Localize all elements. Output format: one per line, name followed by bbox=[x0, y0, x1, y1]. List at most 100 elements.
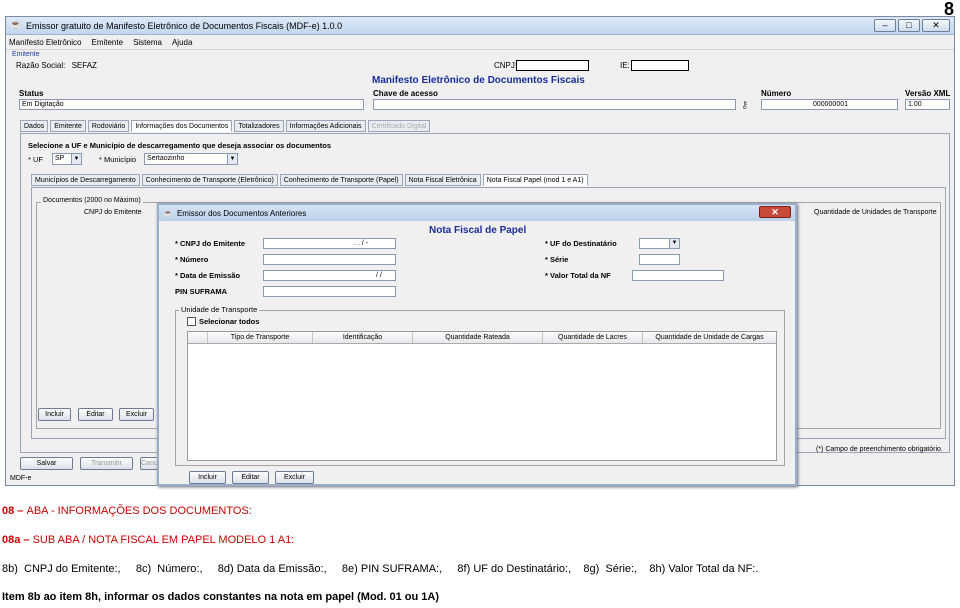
subtab-ct-papel[interactable]: Conhecimento de Transporte (Papel) bbox=[279, 174, 403, 186]
menu-ajuda[interactable]: Ajuda bbox=[172, 38, 192, 47]
col-qtd-unidade-cargas[interactable]: Quantidade de Unidade de Cargas bbox=[643, 332, 776, 343]
tab-informacoes-documentos[interactable]: Informações dos Documentos bbox=[131, 120, 233, 132]
section-number: 08 bbox=[2, 505, 15, 517]
incluir-button[interactable]: Incluir bbox=[38, 408, 71, 421]
subsection-dash: – bbox=[20, 534, 33, 546]
ie-label: IE: bbox=[620, 61, 630, 70]
valor-total-label: * Valor Total da NF bbox=[545, 271, 611, 280]
municipio-select[interactable]: Sertaozinho ▼ bbox=[144, 153, 238, 165]
dialog-incluir-button[interactable]: Incluir bbox=[189, 471, 226, 484]
pin-suframa-label: PIN SUFRAMA bbox=[175, 287, 228, 296]
numero-input[interactable] bbox=[263, 254, 396, 265]
chave-field bbox=[373, 99, 736, 110]
dialog-titlebar: ☕ Emissor dos Documentos Anteriores bbox=[159, 205, 795, 221]
col-tipo-transporte[interactable]: Tipo de Transporte bbox=[208, 332, 313, 343]
excluir-button[interactable]: Excluir bbox=[119, 408, 154, 421]
subtab-nf-papel[interactable]: Nota Fiscal Papel (mod 1 e A1) bbox=[482, 174, 588, 186]
status-label: Status bbox=[19, 89, 44, 98]
unidade-transporte-legend: Unidade de Transporte bbox=[179, 305, 260, 314]
main-tabs: Dados Emitente Rodoviário Informações do… bbox=[20, 120, 432, 132]
tab-emitente[interactable]: Emitente bbox=[50, 120, 86, 132]
ie-redacted bbox=[631, 60, 689, 71]
items-list: 8b) CNPJ do Emitente:, 8c) Número:, 8d) … bbox=[2, 563, 759, 575]
editar-button[interactable]: Editar bbox=[78, 408, 113, 421]
subsection-heading: 08a – SUB ABA / NOTA FISCAL EM PAPEL MOD… bbox=[2, 534, 294, 546]
select-uf-title: Selecione a UF e Município de descarrega… bbox=[28, 141, 332, 150]
chevron-down-icon: ▼ bbox=[71, 154, 81, 164]
tab-informacoes-adicionais[interactable]: Informações Adicionais bbox=[285, 120, 366, 132]
subsection-number: 08a bbox=[2, 534, 21, 546]
col-identificacao[interactable]: Identificação bbox=[313, 332, 413, 343]
uf-select[interactable]: SP ▼ bbox=[52, 153, 82, 165]
window-title: Emissor gratuito de Manifesto Eletrônico… bbox=[26, 20, 343, 31]
versao-label: Versão XML bbox=[905, 89, 951, 98]
emitente-label: Emitente bbox=[12, 51, 40, 58]
menu-bar: Manifesto Eletrônico Emitente Sistema Aj… bbox=[6, 35, 954, 50]
serie-label: * Série bbox=[545, 255, 569, 264]
chevron-down-icon: ▼ bbox=[227, 154, 237, 164]
data-emissao-input[interactable]: / / bbox=[263, 270, 396, 281]
menu-emitente[interactable]: Emitente bbox=[91, 38, 123, 47]
col-qtd-rateada[interactable]: Quantidade Rateada bbox=[413, 332, 543, 343]
numero-label: * Número bbox=[175, 255, 209, 264]
serie-input[interactable] bbox=[639, 254, 680, 265]
close-button[interactable]: ✕ bbox=[922, 19, 950, 32]
minimize-button[interactable]: – bbox=[874, 19, 896, 32]
dialog-close-button[interactable]: ✕ bbox=[759, 206, 791, 218]
instruction-line: Item 8b ao item 8h, informar os dados co… bbox=[2, 591, 440, 603]
menu-manifesto[interactable]: Manifesto Eletrônico bbox=[9, 38, 81, 47]
menu-sistema[interactable]: Sistema bbox=[133, 38, 162, 47]
numero-field: 000000001 bbox=[761, 99, 898, 110]
doc-col-cnpj: CNPJ do Emitente bbox=[84, 209, 142, 216]
salvar-button[interactable]: Salvar bbox=[20, 457, 73, 470]
cnpj-emitente-input[interactable]: . . / - bbox=[263, 238, 396, 249]
subtab-municipios[interactable]: Municípios de Descarregamento bbox=[31, 174, 140, 186]
java-icon: ☕ bbox=[9, 20, 23, 31]
razao-social-value: SEFAZ bbox=[71, 61, 97, 70]
col-qtd-lacres[interactable]: Quantidade de Lacres bbox=[543, 332, 643, 343]
select-all-label: Selecionar todos bbox=[199, 317, 260, 326]
required-footnote: (*) Campo de preenchimento obrigatório. bbox=[816, 446, 943, 453]
data-emissao-label: * Data de Emissão bbox=[175, 271, 241, 280]
pin-suframa-input[interactable] bbox=[263, 286, 396, 297]
manifesto-title: Manifesto Eletrônico de Documentos Fisca… bbox=[372, 75, 585, 86]
table-header-blank bbox=[188, 332, 208, 343]
table-header: Tipo de Transporte Identificação Quantid… bbox=[188, 332, 776, 344]
section-dash: – bbox=[14, 505, 27, 517]
tab-rodoviario[interactable]: Rodoviário bbox=[87, 120, 130, 132]
municipio-select-value: Sertaozinho bbox=[147, 155, 185, 162]
select-all-checkbox[interactable] bbox=[187, 317, 196, 326]
documents-legend: Documentos (2000 no Máximo) bbox=[41, 197, 143, 204]
chevron-down-icon: ▼ bbox=[669, 239, 679, 248]
status-bar: MDF-e bbox=[10, 475, 32, 482]
subtab-cte-eletronico[interactable]: Conhecimento de Transporte (Eletrônico) bbox=[141, 174, 278, 186]
subsection-title: SUB ABA / NOTA FISCAL EM PAPEL MODELO 1 … bbox=[32, 534, 295, 546]
uf-label: * UF bbox=[28, 155, 43, 164]
nota-fiscal-title: Nota Fiscal de Papel bbox=[429, 225, 527, 236]
tab-totalizadores[interactable]: Totalizadores bbox=[234, 120, 284, 132]
unidade-transporte-table: Tipo de Transporte Identificação Quantid… bbox=[187, 331, 777, 461]
chave-label: Chave de acesso bbox=[373, 89, 438, 98]
status-field: Em Digitação bbox=[19, 99, 364, 110]
uf-destinatario-select[interactable]: ▼ bbox=[639, 238, 680, 249]
cnpj-label: CNPJ: bbox=[494, 61, 518, 70]
maximize-button[interactable]: □ bbox=[898, 19, 920, 32]
tab-dados[interactable]: Dados bbox=[20, 120, 49, 132]
window-titlebar: ☕ Emissor gratuito de Manifesto Eletrôni… bbox=[6, 17, 954, 35]
uf-select-value: SP bbox=[55, 155, 65, 162]
key-icon[interactable]: ⚷ bbox=[741, 100, 748, 111]
valor-total-input[interactable] bbox=[632, 270, 724, 281]
razao-social: Razão Social: SEFAZ bbox=[16, 61, 97, 70]
versao-field: 1.00 bbox=[905, 99, 950, 110]
dialog-excluir-button[interactable]: Excluir bbox=[275, 471, 314, 484]
doc-col-qtd-unidades: Quantidade de Unidades de Transporte bbox=[814, 209, 937, 216]
subtab-nfe[interactable]: Nota Fiscal Eletrônica bbox=[404, 174, 481, 186]
numero-label: Número bbox=[761, 89, 792, 98]
municipio-label: * Município bbox=[99, 155, 137, 164]
cnpj-redacted bbox=[516, 60, 589, 71]
dialog-editar-button[interactable]: Editar bbox=[232, 471, 269, 484]
emissor-dialog: ☕ Emissor dos Documentos Anteriores ✕ No… bbox=[157, 203, 797, 486]
section-heading: 08 – ABA - INFORMAÇÕES DOS DOCUMENTOS: bbox=[2, 505, 252, 517]
dialog-title: Emissor dos Documentos Anteriores bbox=[176, 208, 307, 218]
razao-social-label: Razão Social: bbox=[16, 61, 66, 70]
